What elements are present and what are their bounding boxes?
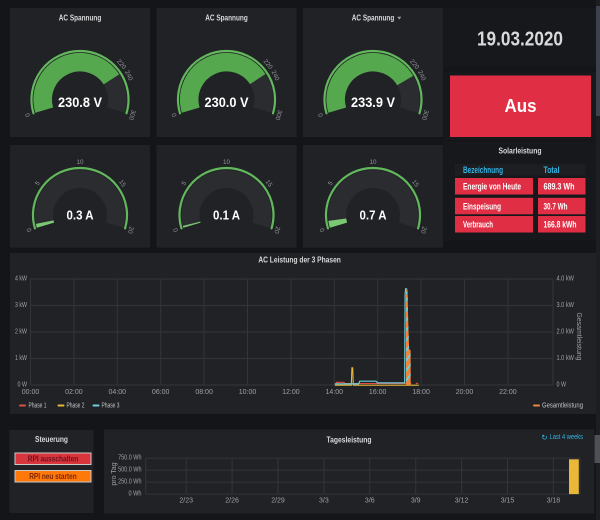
svg-text:2/26: 2/26 bbox=[225, 498, 239, 505]
svg-text:689.3 Wh: 689.3 Wh bbox=[544, 182, 575, 192]
svg-text:02:00: 02:00 bbox=[65, 389, 83, 396]
svg-text:14:00: 14:00 bbox=[326, 389, 344, 396]
svg-text:3.0 kW: 3.0 kW bbox=[557, 302, 575, 309]
svg-text:Verbrauch: Verbrauch bbox=[463, 220, 493, 230]
svg-text:230.0 V: 230.0 V bbox=[205, 95, 250, 110]
svg-text:Last 4 weeks: Last 4 weeks bbox=[550, 434, 584, 441]
svg-text:Total: Total bbox=[544, 165, 560, 175]
svg-text:4 kW: 4 kW bbox=[15, 276, 27, 283]
svg-text:3/15: 3/15 bbox=[501, 498, 515, 505]
svg-text:10:00: 10:00 bbox=[239, 389, 257, 396]
svg-text:pro Tag: pro Tag bbox=[111, 462, 118, 485]
svg-text:Aus: Aus bbox=[505, 96, 537, 116]
svg-text:Phase 1: Phase 1 bbox=[29, 402, 47, 409]
svg-text:750.0 Wh: 750.0 Wh bbox=[118, 455, 141, 462]
svg-text:16:00: 16:00 bbox=[369, 389, 387, 396]
svg-text:0 W: 0 W bbox=[557, 382, 567, 389]
svg-text:Energie von Heute: Energie von Heute bbox=[463, 182, 521, 192]
svg-text:0.1 A: 0.1 A bbox=[213, 208, 241, 223]
svg-text:RPI ausschalten: RPI ausschalten bbox=[28, 455, 79, 464]
svg-text:30.7 Wh: 30.7 Wh bbox=[544, 201, 568, 211]
svg-text:3/3: 3/3 bbox=[319, 498, 329, 505]
svg-text:0 Wh: 0 Wh bbox=[129, 491, 142, 498]
svg-text:Solarleistung: Solarleistung bbox=[499, 147, 542, 156]
svg-text:2.0 kW: 2.0 kW bbox=[557, 329, 575, 336]
svg-text:AC Spannung: AC Spannung bbox=[352, 14, 395, 23]
svg-text:233.9 V: 233.9 V bbox=[351, 95, 396, 110]
svg-text:3/18: 3/18 bbox=[547, 498, 561, 505]
svg-text:12:00: 12:00 bbox=[282, 389, 300, 396]
svg-text:3/12: 3/12 bbox=[455, 498, 469, 505]
svg-text:10: 10 bbox=[223, 159, 231, 166]
svg-text:500.0 Wh: 500.0 Wh bbox=[118, 467, 141, 474]
svg-text:230.8 V: 230.8 V bbox=[58, 95, 103, 110]
svg-text:0.7 A: 0.7 A bbox=[360, 208, 388, 223]
svg-text:Bezeichnung: Bezeichnung bbox=[463, 165, 503, 175]
svg-text:2/29: 2/29 bbox=[271, 498, 285, 505]
svg-text:08:00: 08:00 bbox=[195, 389, 213, 396]
svg-text:1 kW: 1 kW bbox=[15, 355, 27, 362]
svg-text:2/23: 2/23 bbox=[179, 498, 193, 505]
svg-text:19.03.2020: 19.03.2020 bbox=[477, 29, 563, 51]
svg-text:Tagesleistung: Tagesleistung bbox=[327, 436, 372, 445]
svg-text:04:00: 04:00 bbox=[109, 389, 127, 396]
svg-text:22:00: 22:00 bbox=[499, 389, 517, 396]
svg-text:0.3 A: 0.3 A bbox=[67, 208, 95, 223]
svg-text:00:00: 00:00 bbox=[22, 389, 40, 396]
svg-text:↻: ↻ bbox=[541, 433, 547, 442]
svg-text:250.0 Wh: 250.0 Wh bbox=[118, 479, 141, 486]
svg-text:Einspeisung: Einspeisung bbox=[463, 201, 501, 211]
svg-text:06:00: 06:00 bbox=[152, 389, 170, 396]
svg-text:2 kW: 2 kW bbox=[15, 329, 27, 336]
svg-text:Gesamtleistung: Gesamtleistung bbox=[542, 402, 583, 409]
svg-text:0 W: 0 W bbox=[18, 382, 28, 389]
svg-text:RPI neu starten: RPI neu starten bbox=[29, 472, 77, 481]
svg-text:3/6: 3/6 bbox=[365, 498, 375, 505]
svg-text:10: 10 bbox=[76, 159, 84, 166]
svg-text:AC Spannung: AC Spannung bbox=[59, 14, 102, 23]
svg-text:166.8 kWh: 166.8 kWh bbox=[544, 220, 577, 230]
svg-text:AC Spannung: AC Spannung bbox=[205, 14, 248, 23]
svg-text:4.0 kW: 4.0 kW bbox=[557, 276, 575, 283]
svg-text:18:00: 18:00 bbox=[412, 389, 430, 396]
svg-text:Phase 3: Phase 3 bbox=[102, 402, 120, 409]
svg-text:20:00: 20:00 bbox=[456, 389, 474, 396]
svg-text:1.0 kW: 1.0 kW bbox=[557, 355, 575, 362]
svg-text:AC Leistung der 3 Phasen: AC Leistung der 3 Phasen bbox=[258, 256, 341, 265]
svg-text:3/9: 3/9 bbox=[411, 498, 421, 505]
svg-text:Phase 2: Phase 2 bbox=[67, 402, 85, 409]
svg-text:10: 10 bbox=[369, 159, 377, 166]
svg-text:Gesamtleistung: Gesamtleistung bbox=[575, 313, 582, 361]
svg-text:Steuerung: Steuerung bbox=[35, 435, 68, 444]
svg-text:3 kW: 3 kW bbox=[15, 302, 27, 309]
